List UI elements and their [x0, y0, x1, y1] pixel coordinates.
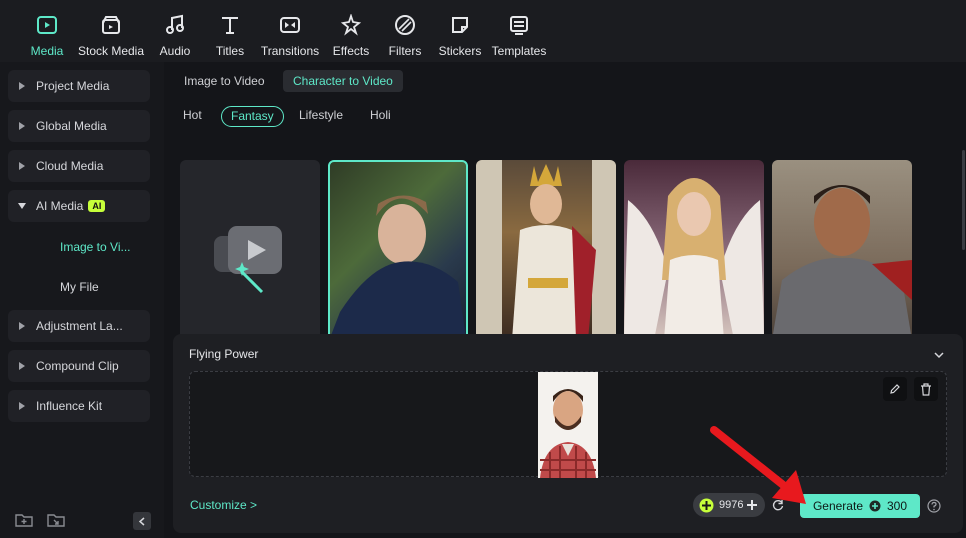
ai-badge: AI: [88, 200, 106, 212]
toolbar-label: Effects: [332, 44, 370, 58]
edit-button[interactable]: [883, 377, 907, 401]
sidebar-item-adjustment-layer[interactable]: Adjustment La...: [8, 310, 150, 342]
sidebar-item-label: Compound Clip: [36, 359, 119, 373]
toolbar-media[interactable]: Media: [29, 12, 65, 58]
angel-image: [624, 178, 764, 340]
collapse-sidebar-button[interactable]: [133, 512, 151, 530]
caret-right-icon: [8, 322, 36, 330]
panel-title: Flying Power: [189, 347, 259, 361]
toolbar-stock-media[interactable]: Stock Media: [78, 12, 144, 58]
sidebar-item-cloud-media[interactable]: Cloud Media: [8, 150, 150, 182]
toolbar-label: Stickers: [438, 44, 482, 58]
annotation-arrow-icon: [710, 426, 806, 504]
sidebar-sub-my-file[interactable]: My File: [60, 280, 99, 294]
category-holi[interactable]: Holi: [361, 106, 400, 127]
filters-icon: [392, 12, 418, 37]
sidebar-item-ai-media[interactable]: AI Media AI: [8, 190, 150, 222]
sidebar-item-label: Global Media: [36, 119, 107, 133]
delete-button[interactable]: [914, 377, 938, 401]
caret-right-icon: [8, 162, 36, 170]
category-fantasy[interactable]: Fantasy: [221, 106, 284, 127]
toolbar-label: Stock Media: [77, 44, 145, 58]
goddess-image: [476, 160, 616, 340]
music-note-icon: [162, 12, 188, 37]
title-t-icon: [217, 12, 243, 37]
caret-right-icon: [8, 82, 36, 90]
toolbar-label: Transitions: [260, 44, 320, 58]
toolbar-label: Filters: [388, 44, 422, 58]
customize-link[interactable]: Customize >: [190, 498, 257, 512]
scrollbar[interactable]: [962, 150, 965, 250]
chevron-down-icon[interactable]: [934, 348, 944, 362]
category-hot[interactable]: Hot: [174, 106, 211, 127]
caret-right-icon: [8, 402, 36, 410]
template-thumb-goddess[interactable]: [476, 160, 616, 340]
stock-media-icon: [98, 12, 124, 37]
upload-dropzone[interactable]: [189, 371, 947, 478]
templates-icon: [506, 12, 532, 37]
toolbar-filters[interactable]: Filters: [389, 12, 421, 58]
toolbar-templates[interactable]: Templates: [490, 12, 548, 58]
template-thumb-warrior[interactable]: [772, 160, 912, 340]
generate-label: Generate: [812, 499, 863, 513]
image-to-video-icon: [214, 226, 282, 294]
caret-right-icon: [8, 362, 36, 370]
trash-icon: [921, 382, 931, 396]
template-thumb-flying-power[interactable]: [328, 160, 468, 340]
new-folder-icon[interactable]: [15, 513, 33, 530]
sidebar-item-project-media[interactable]: Project Media: [8, 70, 150, 102]
tab-character-to-video[interactable]: Character to Video: [283, 70, 403, 92]
sidebar-item-influence-kit[interactable]: Influence Kit: [8, 390, 150, 422]
toolbar-effects[interactable]: Effects: [332, 12, 370, 58]
sidebar-item-label: AI Media: [36, 199, 84, 213]
toolbar-stickers[interactable]: Stickers: [438, 12, 482, 58]
tab-image-to-video[interactable]: Image to Video: [174, 70, 275, 92]
toolbar-label: Templates: [491, 44, 547, 58]
sidebar-item-label: Project Media: [36, 79, 110, 93]
uploaded-photo: [538, 372, 598, 478]
credit-coin-icon: [869, 500, 881, 512]
generation-panel: Flying Power Customize > 9976 Generate 3…: [173, 334, 963, 533]
sidebar-sub-image-to-video[interactable]: Image to Vi...: [60, 240, 130, 254]
category-lifestyle[interactable]: Lifestyle: [290, 106, 352, 127]
stickers-icon: [447, 12, 473, 37]
generate-cost: 300: [887, 499, 908, 513]
caret-down-icon: [8, 203, 36, 209]
template-thumb-angel[interactable]: [624, 160, 764, 340]
media-icon: [34, 12, 60, 37]
caret-right-icon: [8, 122, 36, 130]
toolbar-titles[interactable]: Titles: [214, 12, 246, 58]
sidebar-item-label: Cloud Media: [36, 159, 104, 173]
sidebar: Project Media Global Media Cloud Media A…: [0, 62, 164, 538]
chevron-left-icon: [139, 516, 145, 526]
transitions-icon: [277, 12, 303, 37]
folder-import-icon[interactable]: [47, 513, 65, 530]
sidebar-item-compound-clip[interactable]: Compound Clip: [8, 350, 150, 382]
portrait-image: [540, 389, 596, 478]
sidebar-item-global-media[interactable]: Global Media: [8, 110, 150, 142]
effects-icon: [338, 12, 364, 37]
toolbar-label: Media: [30, 44, 64, 58]
top-toolbar: Media Stock Media Audio Titles Transitio…: [0, 0, 966, 62]
flying-man-image: [330, 195, 466, 338]
sidebar-item-label: Adjustment La...: [36, 319, 123, 333]
help-icon[interactable]: [927, 499, 941, 516]
sidebar-item-label: Influence Kit: [36, 399, 103, 413]
toolbar-audio[interactable]: Audio: [158, 12, 192, 58]
toolbar-label: Titles: [215, 44, 245, 58]
template-thumb-upload[interactable]: [180, 160, 320, 340]
toolbar-transitions[interactable]: Transitions: [261, 12, 319, 58]
pencil-icon: [890, 384, 900, 394]
warrior-image: [772, 185, 912, 340]
toolbar-label: Audio: [159, 44, 191, 58]
